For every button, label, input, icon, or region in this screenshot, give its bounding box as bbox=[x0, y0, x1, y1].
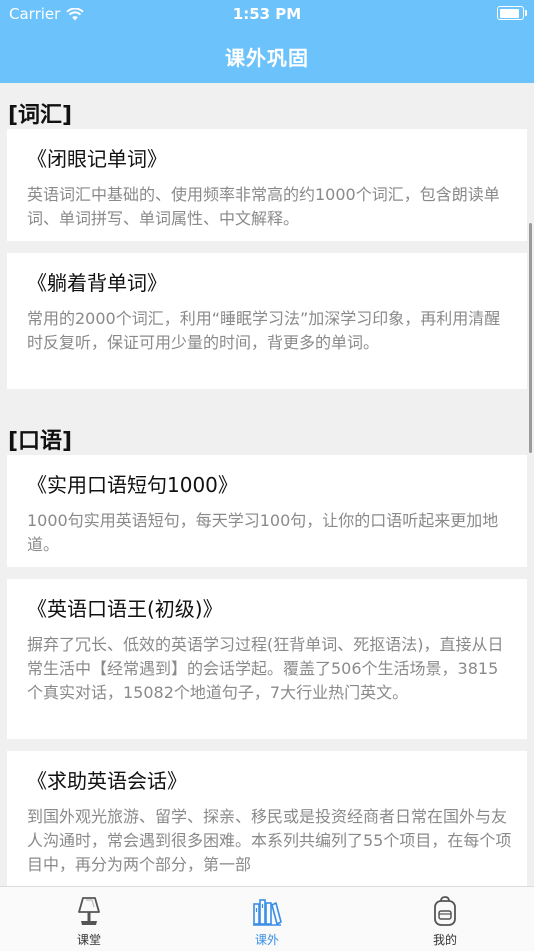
section-title-vocabulary: [词汇] bbox=[8, 103, 73, 128]
status-time: 1:53 PM bbox=[232, 5, 302, 23]
tab-label: 课堂 bbox=[76, 933, 101, 947]
tab-label: 课外 bbox=[254, 933, 279, 947]
tab-label: 我的 bbox=[432, 933, 457, 947]
list-item[interactable]: 《英语口语王(初级)》 摒弃了冗长、低效的英语学习过程(狂背单词、死抠语法)，直… bbox=[7, 579, 527, 739]
item-title: 《求助英语会话》 bbox=[27, 769, 187, 793]
content-list[interactable]: [词汇] 《闭眼记单词》 英语词汇中基础的、使用频率非常高的约1000个词汇，包… bbox=[0, 83, 534, 886]
books-icon bbox=[253, 899, 282, 926]
page-title: 课外巩固 bbox=[225, 46, 309, 70]
list-item[interactable]: 《求助英语会话》 到国外观光旅游、留学、探亲、移民或是投资经商者日常在国外与友人… bbox=[7, 751, 527, 886]
section-title-speaking: [口语] bbox=[8, 429, 73, 454]
tab-bar: 课堂 课外 我的 bbox=[0, 886, 534, 951]
backpack-icon bbox=[434, 896, 456, 926]
list-item[interactable]: 《闭眼记单词》 英语词汇中基础的、使用频率非常高的约1000个词汇，包含朗读单词… bbox=[7, 129, 527, 241]
list-item[interactable]: 《躺着背单词》 常用的2000个词汇，利用“睡眠学习法”加深学习印象，再利用清醒… bbox=[7, 253, 527, 389]
item-description: 摒弃了冗长、低效的英语学习过程(狂背单词、死抠语法)，直接从日常生活中【经常遇到… bbox=[27, 635, 504, 702]
item-title: 《躺着背单词》 bbox=[27, 271, 167, 295]
list-item[interactable]: 《实用口语短句1000》 1000句实用英语短句，每天学习100句，让你的口语听… bbox=[7, 455, 527, 567]
status-bar: Carrier 1:53 PM bbox=[0, 0, 534, 28]
lamp-icon bbox=[78, 897, 100, 925]
item-description: 英语词汇中基础的、使用频率非常高的约1000个词汇，包含朗读单词、单词拼写、单词… bbox=[27, 185, 500, 228]
item-description: 1000句实用英语短句，每天学习100句，让你的口语听起来更加地道。 bbox=[27, 511, 499, 554]
item-title: 《实用口语短句1000》 bbox=[27, 473, 238, 497]
tab-mine[interactable]: 我的 bbox=[356, 887, 534, 951]
item-description: 常用的2000个词汇，利用“睡眠学习法”加深学习印象，再利用清醒时反复听，保证可… bbox=[27, 309, 501, 352]
battery-icon bbox=[497, 6, 527, 20]
tab-extracurricular[interactable]: 课外 bbox=[178, 887, 356, 951]
item-title: 《英语口语王(初级)》 bbox=[27, 597, 223, 621]
scrollbar[interactable] bbox=[529, 223, 532, 453]
app-header: Carrier 1:53 PM 课外巩固 bbox=[0, 0, 534, 83]
item-title: 《闭眼记单词》 bbox=[27, 147, 167, 171]
tab-classroom[interactable]: 课堂 bbox=[0, 887, 178, 951]
item-description: 到国外观光旅游、留学、探亲、移民或是投资经商者日常在国外与友人沟通时，常会遇到很… bbox=[27, 807, 512, 874]
